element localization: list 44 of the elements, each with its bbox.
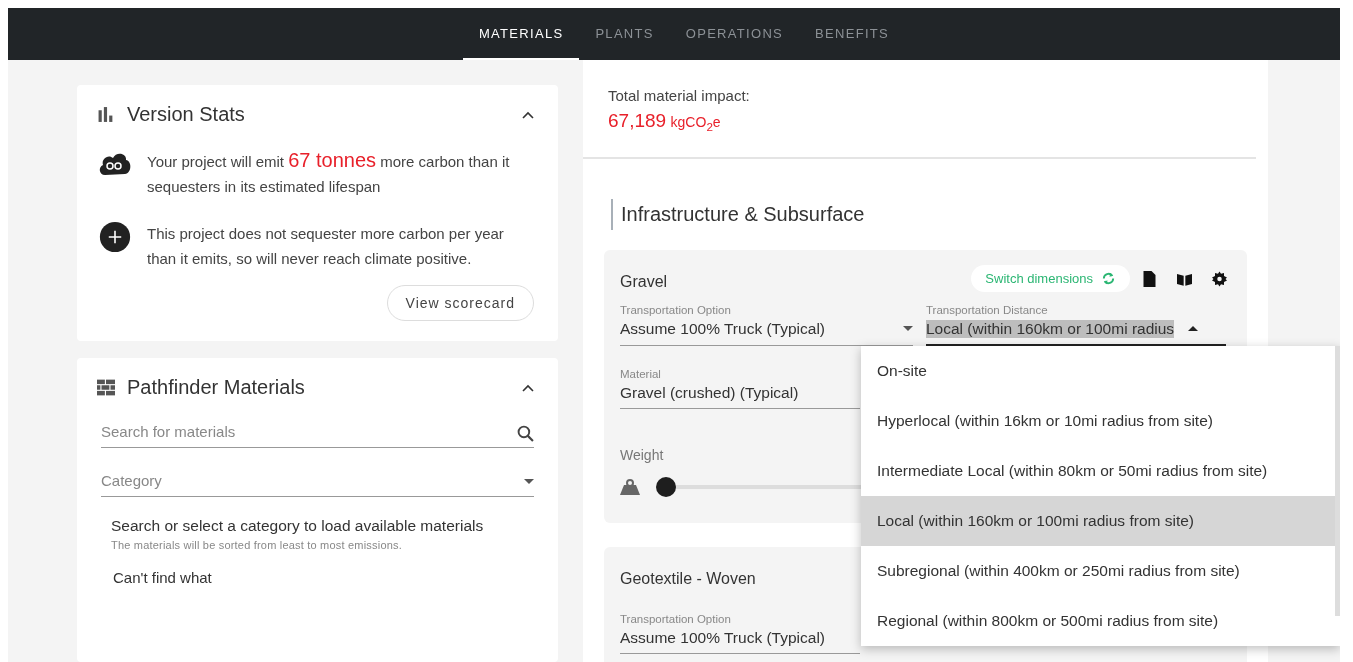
search-field[interactable]: Search for materials <box>101 419 534 448</box>
card-title: Pathfinder Materials <box>127 376 306 399</box>
cant-find-text: Can't find what <box>113 569 213 586</box>
material-select[interactable]: Material Gravel (crushed) (Typical) <box>620 367 860 409</box>
transport-option-select[interactable]: Transportation Option Assume 100% Truck (Typical) <box>620 303 913 346</box>
dropdown-option[interactable]: Hyperlocal (within 16km or 10mi radius from site) <box>861 395 1335 446</box>
dropdown-option[interactable]: Intermediate Local (within 80km or 50mi radius from site) <box>861 445 1335 496</box>
document-icon[interactable] <box>1142 270 1157 287</box>
dropdown-option[interactable]: On-site <box>861 345 1335 396</box>
bar-chart-icon <box>97 106 115 123</box>
transport-distance-select[interactable]: Transportation Distance Local (within 160km or 100mi radius <box>926 303 1226 346</box>
search-icon[interactable] <box>517 425 534 442</box>
dropdown-option[interactable]: Regional (within 800km or 500mi radius from site) <box>861 595 1335 646</box>
brick-wall-icon <box>97 379 115 396</box>
settings-icon[interactable] <box>1212 270 1227 287</box>
plus-circle-icon <box>97 221 133 253</box>
material-name: Gravel <box>620 271 668 291</box>
impact-unit: kgCO$_{2}$e <box>670 114 721 130</box>
chevron-icon[interactable] <box>522 383 534 392</box>
category-dropdown[interactable]: Category <box>101 468 534 497</box>
hint-subtext: The materials will be sorted from least to most emissions. <box>111 539 403 551</box>
section-title: Infrastructure & Subsurface <box>611 198 1268 230</box>
nav-tab[interactable]: OPERATIONS <box>669 8 800 60</box>
impact-label: Total material impact: <box>608 87 751 104</box>
view-scorecard-button[interactable]: View scorecard <box>386 285 534 321</box>
nav-tab[interactable]: PLANTS <box>579 8 670 60</box>
caret-icon <box>903 326 913 332</box>
transport-option-select[interactable]: Transportation Option Assume 100% Truck (Typical) <box>620 612 860 654</box>
stat-text: This project does not sequester more carbon per year than it emits, so will never reach climate positive. <box>147 224 505 269</box>
hint-text: Search or select a category to load available materials <box>111 517 485 535</box>
dropdown-option[interactable]: Subregional (within 400km or 250mi radius from site) <box>861 545 1335 596</box>
weight-icon <box>620 478 640 495</box>
chevron-icon[interactable] <box>522 110 534 119</box>
weight-label: Weight <box>620 446 665 463</box>
caret-icon <box>524 479 534 484</box>
impact-value: 67,189 <box>608 110 667 131</box>
refresh-icon <box>1101 271 1116 287</box>
caret-icon <box>1188 326 1199 332</box>
card-title: Version Stats <box>127 103 246 126</box>
stat-text: Your project will emit 67 tonnes more carbon than it sequesters in its estimated lifespan <box>147 148 511 197</box>
slider-thumb[interactable] <box>656 476 676 497</box>
dropdown-option[interactable]: Local (within 160km or 100mi radius from site) <box>861 495 1335 546</box>
material-name: Geotextile - Woven <box>620 568 756 588</box>
nav-tab[interactable]: BENEFITS <box>799 8 905 60</box>
